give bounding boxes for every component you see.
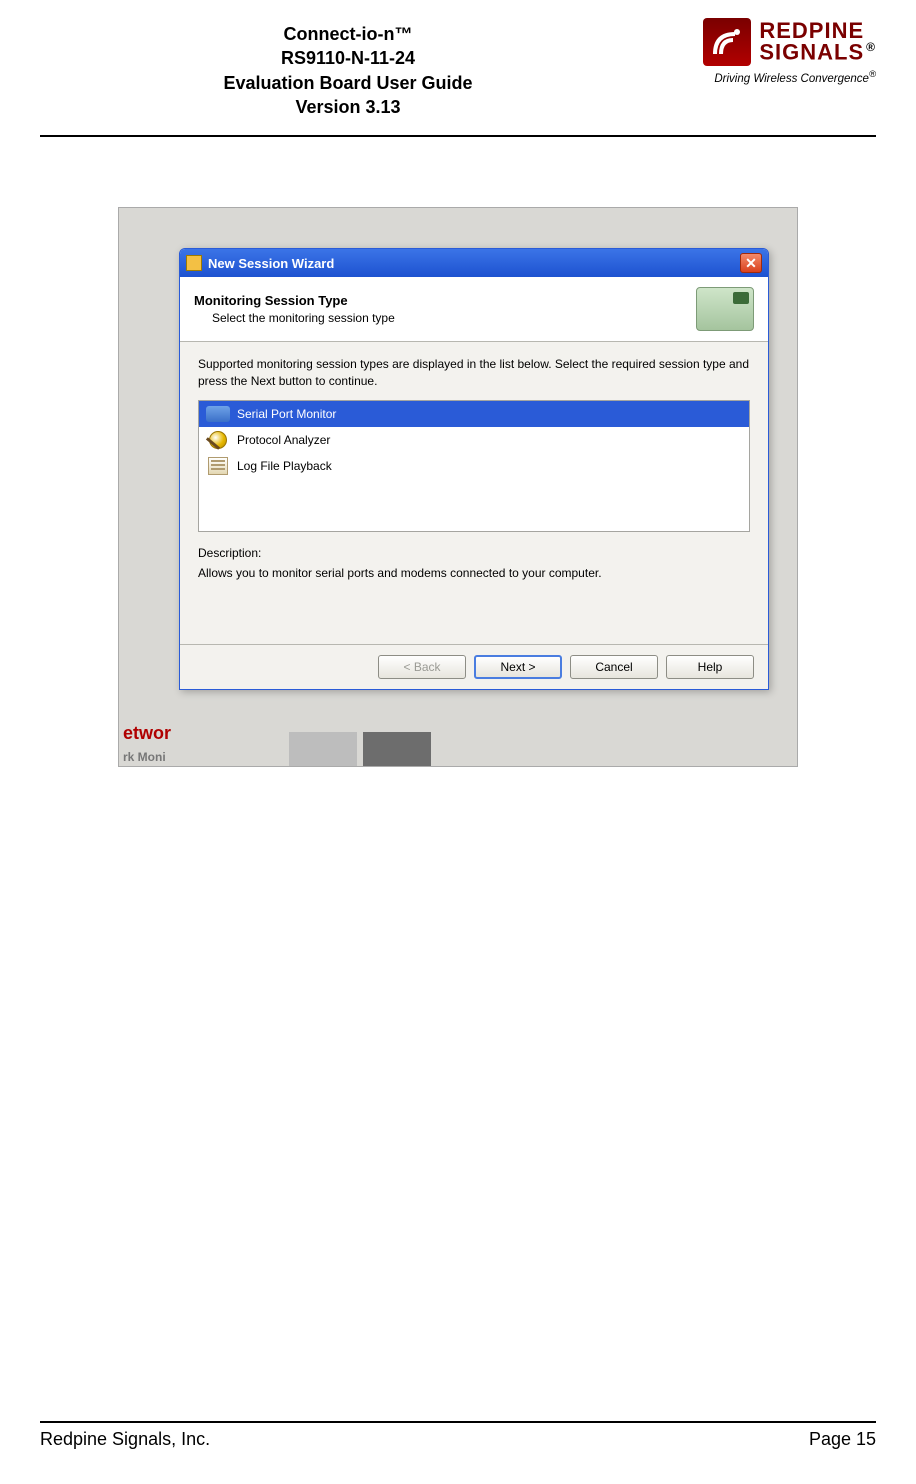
product-name: Connect-io-n™	[40, 22, 656, 46]
bg-block-gray	[289, 732, 357, 766]
list-item-log-file-playback[interactable]: Log File Playback	[199, 453, 749, 479]
list-item-label: Protocol Analyzer	[237, 433, 330, 447]
session-type-listbox[interactable]: Serial Port Monitor Protocol Analyzer Lo…	[198, 400, 750, 532]
next-button[interactable]: Next >	[474, 655, 562, 679]
oscilloscope-icon	[696, 287, 754, 331]
logo-block: REDPINE SIGNALS® Driving Wireless Conver…	[656, 18, 876, 85]
guide-title: Evaluation Board User Guide	[40, 71, 656, 95]
page-header: Connect-io-n™ RS9110-N-11-24 Evaluation …	[0, 0, 916, 129]
footer-page-number: Page 15	[809, 1429, 876, 1450]
dialog-body: Supported monitoring session types are d…	[180, 342, 768, 644]
logo-mark-icon	[703, 18, 751, 66]
close-icon[interactable]: ✕	[740, 253, 762, 273]
dialog-header-title: Monitoring Session Type	[194, 292, 395, 310]
screenshot-container: etwor rk Moni New Session Wizard ✕ Monit…	[118, 207, 798, 767]
logfile-icon	[208, 457, 228, 475]
cancel-button[interactable]: Cancel	[570, 655, 658, 679]
registered-mark: ®	[866, 40, 876, 54]
description-label: Description:	[198, 546, 750, 560]
dialog-titlebar[interactable]: New Session Wizard ✕	[180, 249, 768, 277]
dialog-icon	[186, 255, 202, 271]
tagline-sup: ®	[869, 69, 876, 80]
bg-blocks	[289, 732, 437, 766]
dialog-title: New Session Wizard	[208, 256, 740, 271]
back-button: < Back	[378, 655, 466, 679]
dialog-footer: < Back Next > Cancel Help	[180, 644, 768, 689]
list-item-label: Log File Playback	[237, 459, 332, 473]
list-item-label: Serial Port Monitor	[237, 407, 336, 421]
version: Version 3.13	[40, 95, 656, 119]
dialog-header-panel: Monitoring Session Type Select the monit…	[180, 277, 768, 342]
magnifier-icon	[209, 431, 227, 449]
footer-company: Redpine Signals, Inc.	[40, 1429, 210, 1450]
tagline-text: Driving Wireless Convergence	[714, 73, 869, 85]
bg-text-fragment-1: etwor	[119, 721, 175, 746]
description-text: Allows you to monitor serial ports and m…	[198, 566, 750, 580]
page-footer: Redpine Signals, Inc. Page 15	[40, 1421, 876, 1450]
bg-text-fragment-2: rk Moni	[119, 748, 170, 766]
footer-divider	[40, 1421, 876, 1423]
logo-text-bottom: SIGNALS	[759, 39, 864, 64]
dialog-header-subtitle: Select the monitoring session type	[212, 310, 395, 327]
doc-title-block: Connect-io-n™ RS9110-N-11-24 Evaluation …	[40, 18, 656, 119]
serial-port-icon	[206, 406, 230, 422]
list-item-serial-port-monitor[interactable]: Serial Port Monitor	[199, 401, 749, 427]
dialog-instruction: Supported monitoring session types are d…	[198, 356, 750, 390]
model-number: RS9110-N-11-24	[40, 46, 656, 70]
header-divider	[40, 135, 876, 137]
help-button[interactable]: Help	[666, 655, 754, 679]
list-item-protocol-analyzer[interactable]: Protocol Analyzer	[199, 427, 749, 453]
bg-block-dark	[363, 732, 431, 766]
new-session-wizard-dialog: New Session Wizard ✕ Monitoring Session …	[179, 248, 769, 690]
